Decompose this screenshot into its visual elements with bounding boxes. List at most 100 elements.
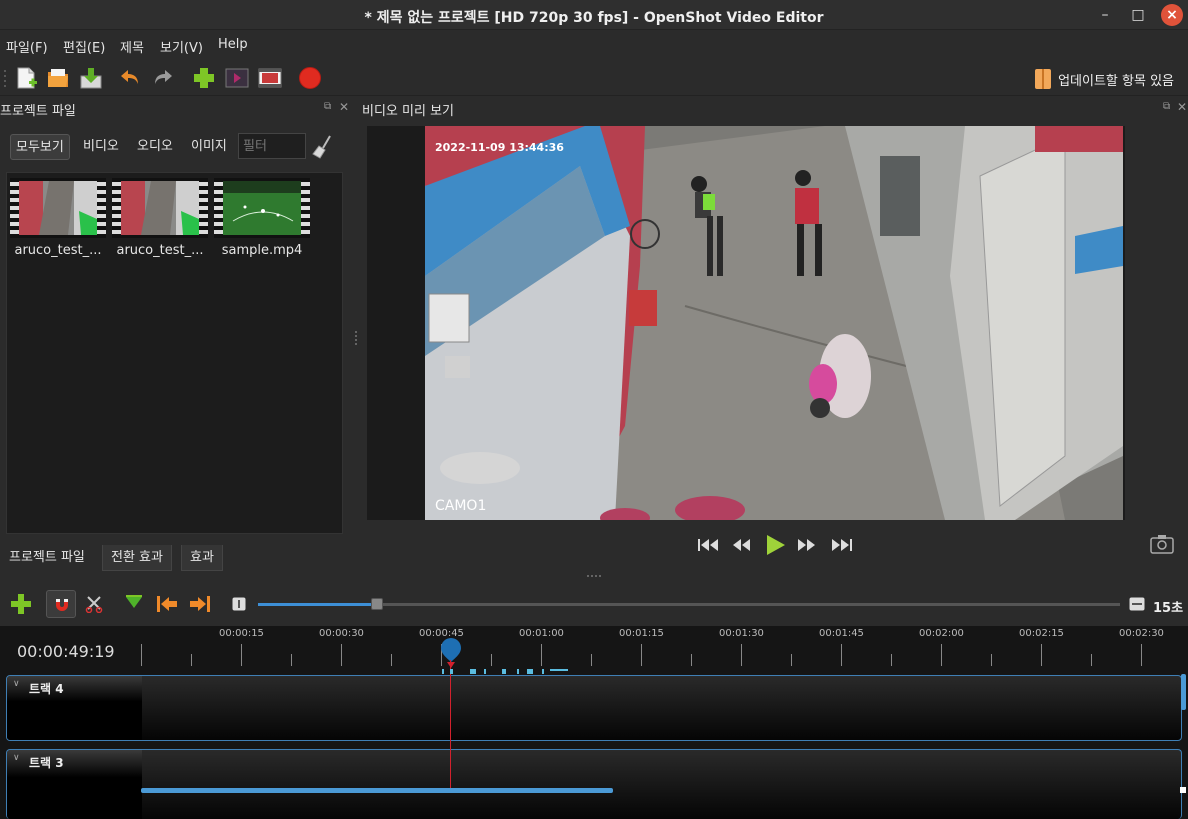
jump-end-icon[interactable] [829,536,853,554]
track-name: 트랙 3 [29,756,64,770]
profile-icon[interactable] [225,66,249,90]
clear-filter-broom-icon[interactable] [310,134,334,160]
undo-icon[interactable] [118,66,142,90]
ruler-tick [541,644,542,666]
ruler-tick-label: 00:02:00 [919,628,964,639]
screenshot-camera-icon[interactable] [1150,534,1174,554]
file-thumbnail[interactable] [214,178,310,238]
tab-project-files[interactable]: 프로젝트 파일 [0,545,94,571]
add-marker-icon[interactable] [124,594,144,612]
update-notice[interactable]: 업데이트할 항목 있음 [1034,68,1174,90]
track-header[interactable]: ∨ 트랙 3 [7,750,142,819]
update-label: 업데이트할 항목 있음 [1058,73,1174,89]
panel-float-icon[interactable]: ⧉ [324,101,331,112]
ruler-tick-label: 00:02:30 [1119,628,1164,639]
previous-marker-icon[interactable] [155,594,179,614]
snapping-toggle[interactable] [46,590,76,618]
ruler-tick [691,654,692,666]
splitter-handle-icon[interactable] [354,330,358,346]
filmstrip-edge [214,178,223,238]
menu-file[interactable]: 파일(F) [6,37,48,56]
maximize-button[interactable]: □ [1127,4,1149,26]
video-preview[interactable]: 2022-11-09 13:44:36 CAMO1 [367,126,1125,520]
track-header[interactable]: ∨ 트랙 4 [7,676,142,740]
open-project-icon[interactable] [46,66,70,90]
tab-effects[interactable]: 효과 [181,545,223,571]
filter-audio-button[interactable]: 오디오 [133,134,177,160]
add-track-icon[interactable] [10,593,32,615]
file-thumbnail[interactable] [112,178,208,238]
save-project-icon[interactable] [79,66,103,90]
tab-transitions[interactable]: 전환 효과 [102,545,172,571]
razor-scissors-icon[interactable] [85,595,103,613]
video-frame: 2022-11-09 13:44:36 CAMO1 [425,126,1123,520]
main-toolbar: 업데이트할 항목 있음 [0,60,1188,96]
dock-tabs: 프로젝트 파일 전환 효과 효과 [0,545,352,573]
ruler-tick [591,654,592,666]
timeline-ruler[interactable]: 00:00:49:19 00:00:15 00:00:30 00:00:45 00:0… [0,626,1188,674]
import-files-icon[interactable] [192,66,216,90]
ruler-tick [891,654,892,666]
fast-forward-icon[interactable] [796,536,818,554]
project-files-list: aruco_test_... aruco_test_... sample.mp4 [6,172,343,534]
zoom-scale-icon [1129,597,1145,611]
redo-icon[interactable] [151,66,175,90]
track-row[interactable]: ∨ 트랙 4 [6,675,1182,741]
zoom-slider-handle[interactable] [371,598,383,610]
ruler-tick [1141,644,1142,666]
collapse-chevron-icon[interactable]: ∨ [13,753,20,763]
menu-title[interactable]: 제목 [120,37,144,56]
ruler-tick [791,654,792,666]
new-project-icon[interactable] [14,66,38,90]
cache-markers [442,669,568,674]
file-label: aruco_test_... [14,243,102,258]
file-label: sample.mp4 [221,243,303,258]
toolbar-grip-icon [4,70,6,87]
dock-splitter-icon[interactable] [586,574,604,578]
track-row[interactable]: ∨ 트랙 3 [6,749,1182,819]
ruler-tick-label: 00:00:30 [319,628,364,639]
timeline-vertical-scrollbar[interactable] [1181,674,1186,710]
ruler-tick-label: 00:01:45 [819,628,864,639]
file-thumbnail-image [19,181,97,235]
current-timecode: 00:00:49:19 [17,642,115,661]
close-button[interactable]: × [1161,4,1183,26]
fullscreen-icon[interactable] [258,66,282,90]
ruler-tick [291,654,292,666]
next-marker-icon[interactable] [188,594,212,614]
menu-edit[interactable]: 편집(E) [63,37,105,56]
ruler-tick [391,654,392,666]
menu-help[interactable]: Help [218,37,248,52]
rewind-icon[interactable] [731,536,753,554]
export-video-icon[interactable] [298,66,322,90]
jump-start-icon[interactable] [697,536,721,554]
title-bar: * 제목 없는 프로젝트 [HD 720p 30 fps] - OpenShot… [0,0,1188,30]
preview-float-icon[interactable]: ⧉ [1163,101,1170,112]
file-thumbnail[interactable] [10,178,106,238]
ruler-tick [1041,644,1042,666]
filmstrip-edge [112,178,121,238]
menu-view[interactable]: 보기(V) [160,37,203,56]
file-thumbnail-image [121,181,199,235]
ruler-tick [1091,654,1092,666]
filter-all-button[interactable]: 모두보기 [10,134,70,160]
preview-close-icon[interactable]: ✕ [1177,100,1187,114]
ruler-tick [491,654,492,666]
collapse-chevron-icon[interactable]: ∨ [13,679,20,689]
playhead-handle-icon[interactable] [439,638,463,670]
filter-video-button[interactable]: 비디오 [79,134,123,160]
timeline-horizontal-scrollbar[interactable] [141,788,613,793]
filmstrip-edge [199,178,208,238]
ruler-tick-label: 00:01:30 [719,628,764,639]
filter-input[interactable] [238,133,306,159]
ruler-tick [141,644,142,666]
zoom-slider-track[interactable] [258,603,1120,606]
play-icon[interactable] [763,533,787,557]
center-playhead-icon[interactable] [232,597,246,611]
panel-close-icon[interactable]: ✕ [339,100,349,114]
window-title: * 제목 없는 프로젝트 [HD 720p 30 fps] - OpenShot… [364,10,824,26]
filter-image-button[interactable]: 이미지 [187,134,231,160]
minimize-button[interactable]: – [1094,4,1116,26]
project-files-title: 프로젝트 파일 [0,104,76,119]
ruler-tick-label: 00:01:15 [619,628,664,639]
